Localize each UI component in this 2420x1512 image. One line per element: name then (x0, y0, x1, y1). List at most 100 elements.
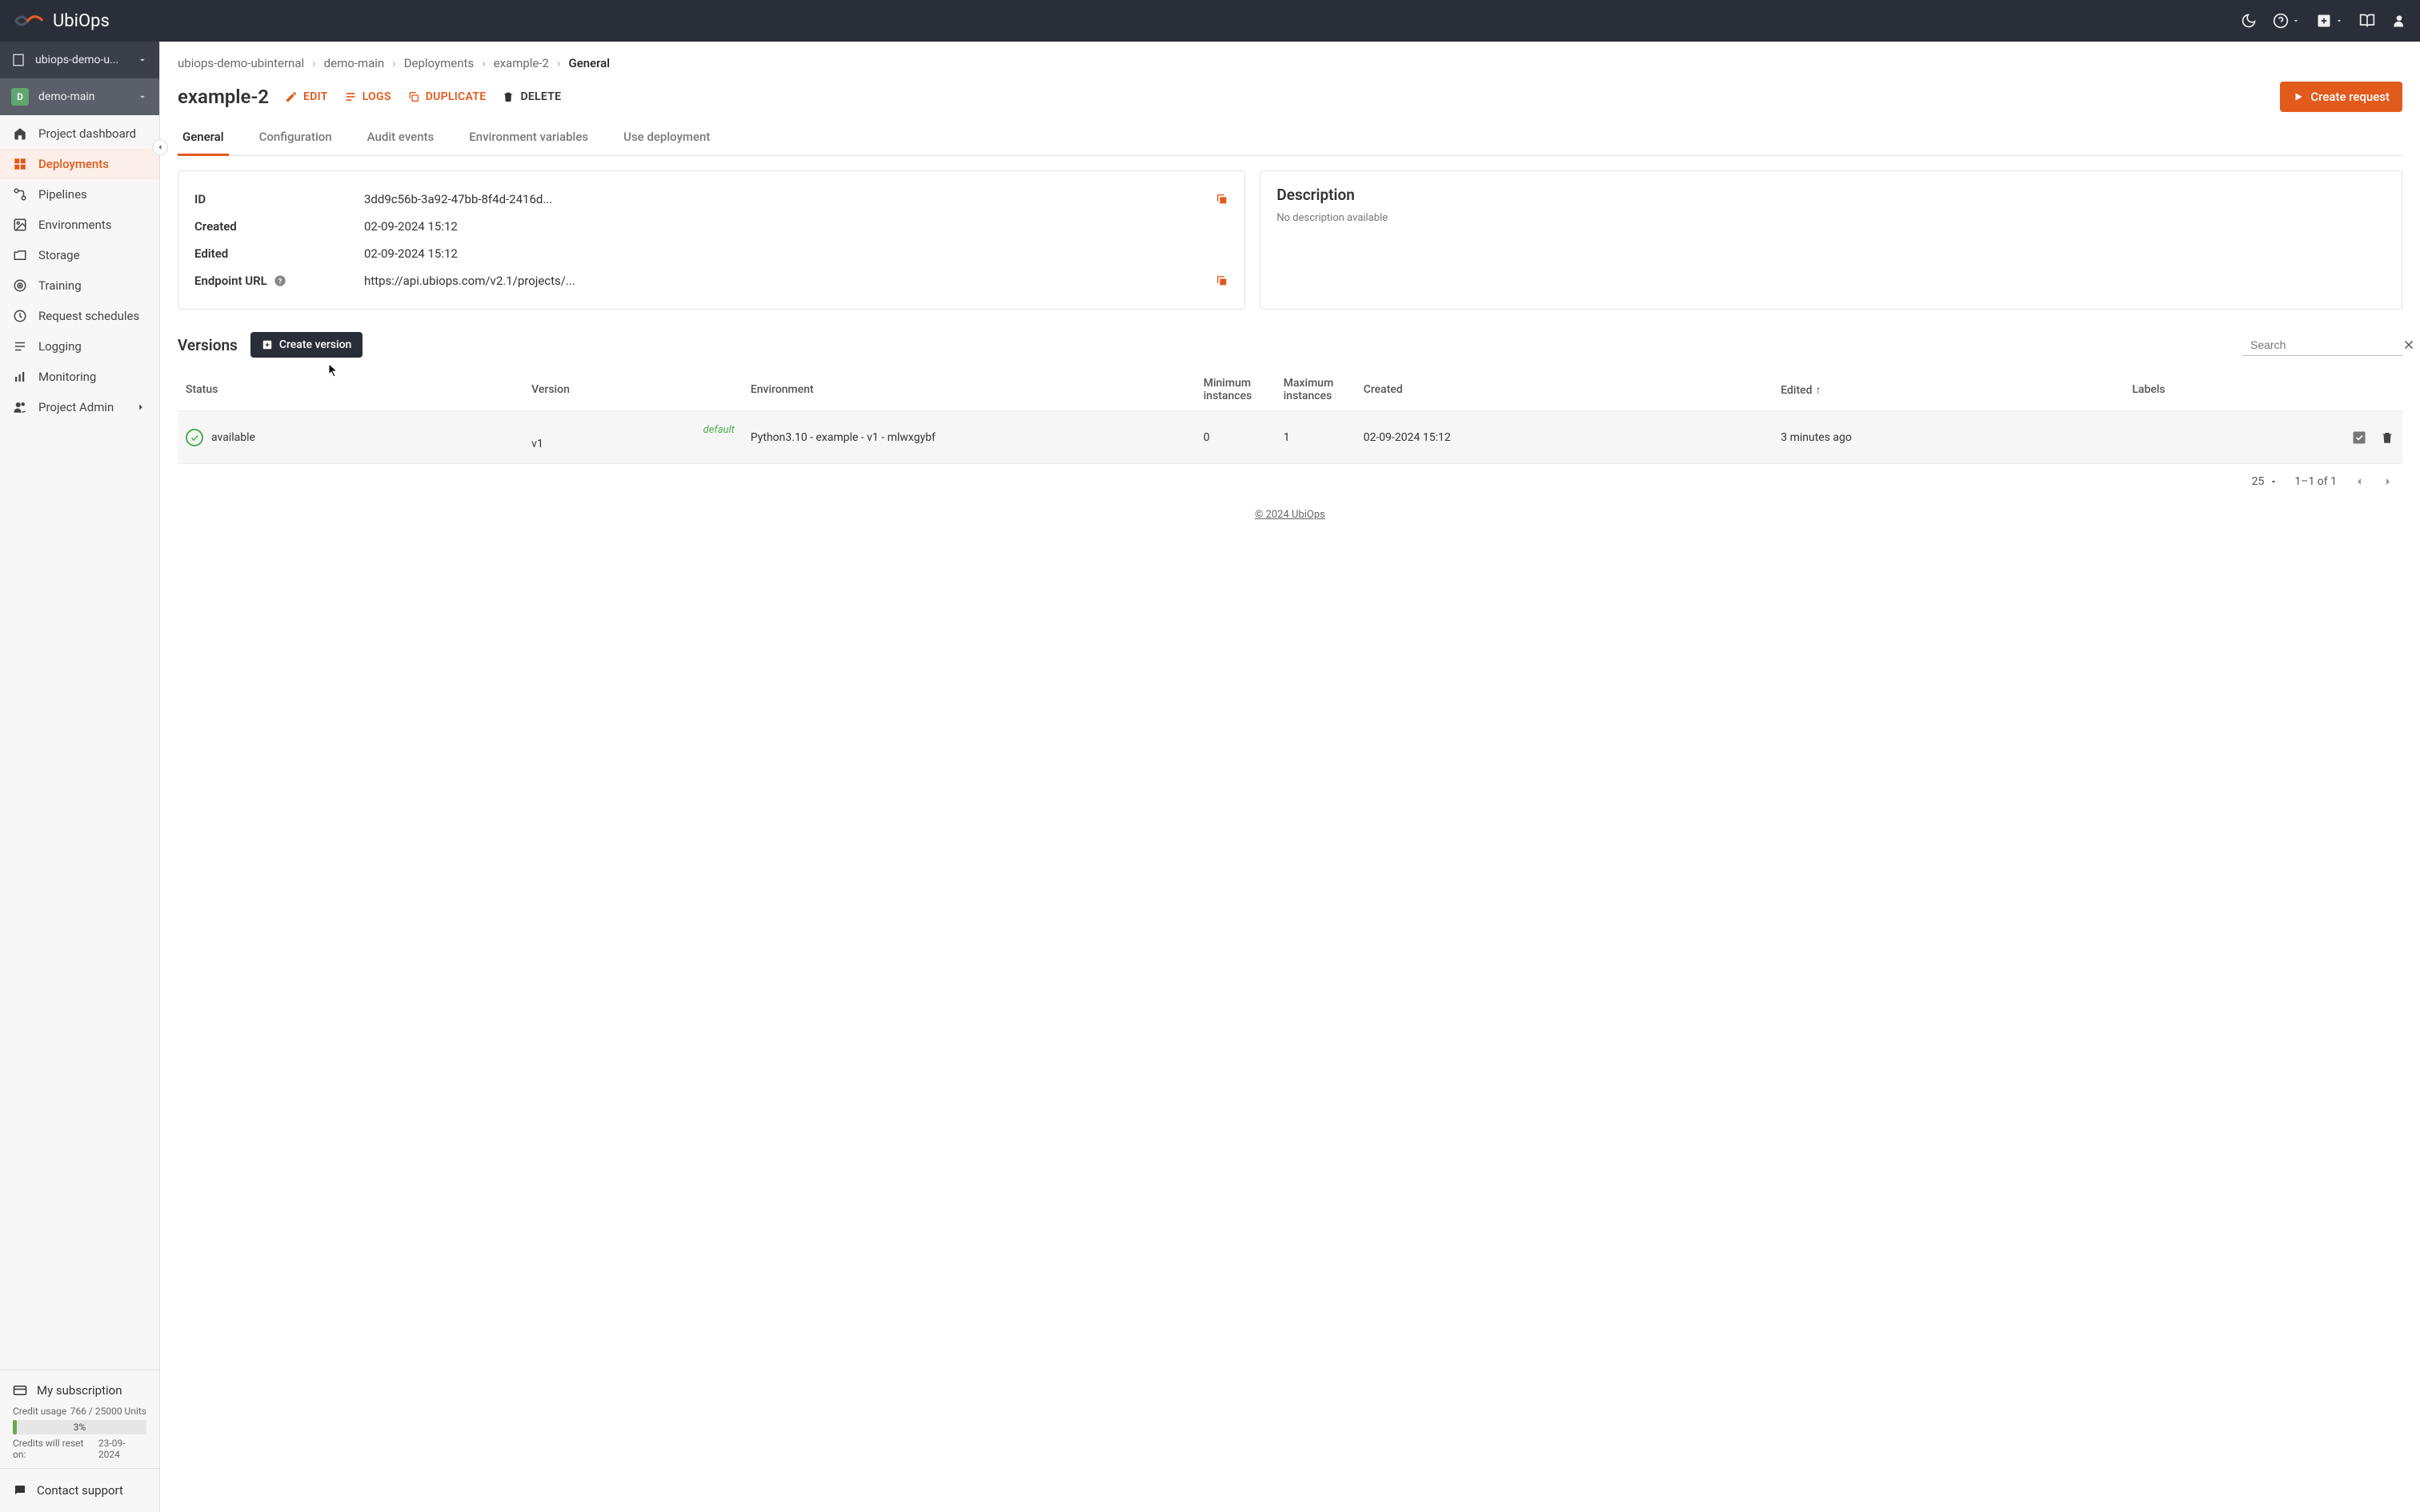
col-labels[interactable]: Labels (2124, 369, 2322, 411)
max-value: 1 (1276, 411, 1356, 464)
env-value: Python3.10 - example - v1 - mlwxgybf (743, 411, 1196, 464)
sidebar-item-admin[interactable]: Project Admin (0, 392, 159, 422)
add-icon[interactable] (2316, 13, 2343, 29)
search-input[interactable] (2250, 338, 2395, 351)
logs-button[interactable]: LOGS (344, 90, 391, 103)
topbar: UbiOps (0, 0, 2420, 42)
credit-progress: 3% (13, 1420, 146, 1434)
crumb-item[interactable]: example-2 (494, 56, 549, 70)
project-name: demo-main (38, 90, 94, 103)
page-range: 1–1 of 1 (2294, 475, 2337, 488)
nav: Project dashboard Deployments Pipelines … (0, 115, 159, 1370)
breadcrumb: ubiops-demo-ubinternal › demo-main › Dep… (178, 56, 2402, 70)
copy-endpoint-button[interactable] (1216, 274, 1228, 287)
sidebar-item-training[interactable]: Training (0, 270, 159, 301)
next-page-button[interactable] (2382, 475, 2394, 488)
col-min[interactable]: Minimum instances (1196, 369, 1276, 411)
crumb-org[interactable]: ubiops-demo-ubinternal (178, 56, 304, 70)
chevron-right-icon (2382, 475, 2394, 488)
col-created[interactable]: Created (1356, 369, 1773, 411)
brand-text: UbiOps (53, 11, 110, 31)
versions-header: Versions Create version (178, 332, 2402, 358)
default-tag: default (531, 424, 735, 436)
prev-page-button[interactable] (2353, 475, 2366, 488)
col-environment[interactable]: Environment (743, 369, 1196, 411)
footer-link[interactable]: © 2024 UbiOps (178, 499, 2402, 530)
col-version[interactable]: Version (523, 369, 743, 411)
plus-icon (262, 339, 273, 350)
row-delete-button[interactable] (2380, 430, 2394, 445)
subscription-link[interactable]: My subscription (13, 1378, 146, 1402)
id-value: 3dd9c56b-3a92-47bb-8f4d-2416d... (364, 192, 1206, 206)
sidebar-item-logging[interactable]: Logging (0, 331, 159, 362)
title-row: example-2 EDIT LOGS DUPLICATE DELETE Cre… (178, 82, 2402, 112)
description-title: Description (1276, 186, 2386, 204)
docs-icon[interactable] (2359, 13, 2375, 29)
project-selector[interactable]: D demo-main (0, 78, 159, 115)
versions-search[interactable] (2242, 334, 2402, 356)
reset-label: Credits will reset on: (13, 1438, 98, 1460)
tab-envvars[interactable]: Environment variables (464, 120, 593, 156)
create-request-button[interactable]: Create request (2280, 82, 2402, 112)
version-name: v1 (531, 438, 735, 450)
sidebar-item-storage[interactable]: Storage (0, 240, 159, 270)
sidebar-collapse[interactable] (152, 139, 168, 155)
crumb-project[interactable]: demo-main (324, 56, 385, 70)
monitoring-icon (13, 370, 27, 384)
brand[interactable]: UbiOps (13, 10, 110, 31)
duplicate-button[interactable]: DUPLICATE (407, 90, 487, 103)
tabs: General Configuration Audit events Envir… (178, 120, 2402, 156)
org-selector[interactable]: ubiops-demo-u... (0, 42, 159, 78)
svg-text:?: ? (278, 277, 282, 286)
col-status[interactable]: Status (178, 369, 523, 411)
check-square-icon (2351, 430, 2367, 446)
edited-label: Edited (194, 246, 355, 261)
user-icon[interactable] (2391, 13, 2407, 29)
sort-up-icon: ↑ (1816, 384, 1821, 397)
card-icon (13, 1383, 27, 1398)
tab-use[interactable]: Use deployment (619, 120, 715, 156)
project-badge: D (11, 88, 29, 106)
min-value: 0 (1196, 411, 1276, 464)
tab-general[interactable]: General (178, 120, 229, 156)
building-icon (11, 53, 26, 67)
admin-icon (13, 400, 27, 414)
help-icon[interactable] (2273, 13, 2300, 29)
logging-icon (13, 339, 27, 354)
sidebar-item-monitoring[interactable]: Monitoring (0, 362, 159, 392)
main: ubiops-demo-ubinternal › demo-main › Dep… (160, 42, 2420, 1512)
table-row[interactable]: available default v1 Python3.10 - exampl… (178, 411, 2402, 464)
clear-search-button[interactable] (2402, 338, 2416, 352)
endpoint-value: https://api.ubiops.com/v2.1/projects/... (364, 274, 1206, 288)
deployments-icon (13, 157, 27, 171)
page-size-selector[interactable]: 25 (2252, 475, 2279, 488)
close-icon (2402, 338, 2416, 352)
row-select-button[interactable] (2351, 430, 2367, 446)
home-icon (13, 126, 27, 141)
description-card: Description No description available (1260, 170, 2402, 310)
contact-support[interactable]: Contact support (0, 1468, 159, 1512)
sidebar-item-deployments[interactable]: Deployments (0, 149, 159, 179)
clock-icon (13, 309, 27, 323)
sidebar-item-schedules[interactable]: Request schedules (0, 301, 159, 331)
storage-icon (13, 248, 27, 262)
id-label: ID (194, 192, 355, 206)
edit-button[interactable]: EDIT (285, 90, 328, 103)
create-version-button[interactable]: Create version (250, 332, 363, 358)
chevron-left-icon (155, 142, 165, 152)
dark-mode-icon[interactable] (2241, 13, 2257, 29)
tab-audit[interactable]: Audit events (363, 120, 439, 156)
copy-id-button[interactable] (1216, 193, 1228, 206)
pencil-icon (285, 90, 298, 103)
col-max[interactable]: Maximum instances (1276, 369, 1356, 411)
crumb-deployments[interactable]: Deployments (404, 56, 474, 70)
help-icon[interactable]: ? (274, 274, 286, 287)
sidebar-item-environments[interactable]: Environments (0, 210, 159, 240)
sidebar-item-pipelines[interactable]: Pipelines (0, 179, 159, 210)
delete-button[interactable]: DELETE (502, 90, 561, 103)
page-title: example-2 (178, 86, 269, 108)
col-edited[interactable]: Edited↑ (1773, 369, 2124, 411)
status-ok-icon (186, 429, 203, 446)
tab-configuration[interactable]: Configuration (254, 120, 337, 156)
sidebar-item-dashboard[interactable]: Project dashboard (0, 118, 159, 149)
